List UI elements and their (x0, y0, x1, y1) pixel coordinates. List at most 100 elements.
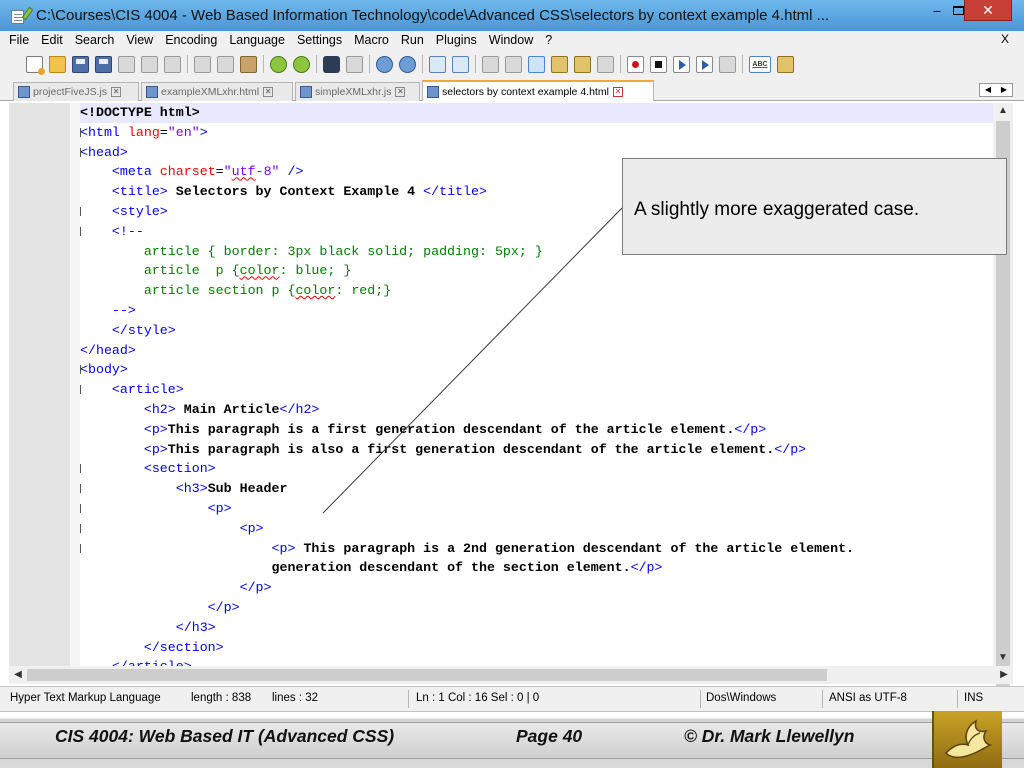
code-line[interactable]: 27 </h3> (80, 618, 993, 638)
code-token: </p> (207, 600, 240, 615)
map-icon[interactable] (574, 55, 591, 73)
menu-macro[interactable]: Macro (354, 33, 389, 47)
record-macro-icon[interactable] (627, 55, 644, 73)
menu-search[interactable]: Search (75, 33, 115, 47)
code-line[interactable]: 9 article p {color: blue; } (80, 261, 993, 281)
new-file-icon[interactable] (26, 55, 45, 75)
stop-macro-icon[interactable] (650, 55, 667, 73)
sync-horizontal-icon[interactable] (452, 55, 469, 73)
close-file-icon[interactable] (118, 55, 135, 73)
menu-view[interactable]: View (126, 33, 153, 47)
code-line[interactable]: 23− <p> This paragraph is a 2nd generati… (80, 539, 993, 559)
print-icon[interactable] (164, 55, 181, 73)
menu-help[interactable]: ? (545, 33, 552, 47)
code-line[interactable]: 25 </p> (80, 578, 993, 598)
word-wrap-icon[interactable] (482, 55, 499, 73)
redo-icon[interactable] (293, 55, 310, 73)
fold-toggle-icon[interactable]: − (80, 226, 81, 236)
open-file-icon[interactable] (49, 55, 66, 73)
tab-simplexmlxhr[interactable]: simpleXMLxhr.js ✕ (295, 82, 420, 101)
code-token: </title> (423, 184, 487, 200)
tab-close-icon[interactable]: ✕ (111, 87, 122, 97)
save-all-icon[interactable] (95, 55, 112, 73)
menu-run[interactable]: Run (401, 33, 424, 47)
code-line[interactable]: 28 </section> (80, 638, 993, 658)
code-line[interactable]: 14−<body> (80, 360, 993, 380)
tab-close-icon[interactable]: ✕ (395, 87, 406, 97)
maximize-icon (952, 6, 964, 15)
code-line[interactable]: 12 </style> (80, 321, 993, 341)
zoom-out-icon[interactable] (399, 55, 416, 73)
zoom-in-icon[interactable] (376, 55, 393, 73)
undo-icon[interactable] (270, 55, 287, 73)
menu-language[interactable]: Language (229, 33, 285, 47)
fold-toggle-icon[interactable]: − (80, 365, 81, 375)
scroll-up-icon[interactable]: ▲ (993, 103, 1013, 119)
tab-scroll-buttons[interactable]: ◀ ▶ (979, 83, 1013, 97)
sync-vertical-icon[interactable] (429, 55, 446, 73)
tab-close-icon[interactable]: ✕ (612, 86, 623, 97)
fold-toggle-icon[interactable]: − (80, 504, 81, 513)
tab-examplexmlxhr[interactable]: exampleXMLxhr.html ✕ (141, 82, 293, 101)
run-macro-multiple-icon[interactable] (696, 55, 713, 73)
fold-toggle-icon[interactable]: − (80, 464, 81, 474)
menu-plugins[interactable]: Plugins (436, 33, 477, 47)
code-line[interactable]: 15− <article> (80, 380, 993, 400)
code-line[interactable]: 24 generation descendant of the section … (80, 558, 993, 578)
find-icon[interactable] (323, 55, 340, 73)
fold-toggle-icon[interactable]: − (80, 484, 81, 494)
menu-file[interactable]: File (9, 33, 29, 47)
fold-toggle-icon[interactable]: − (80, 385, 81, 395)
code-line[interactable]: 26 </p> (80, 598, 993, 618)
fold-toggle-icon[interactable]: − (80, 147, 81, 157)
paste-icon[interactable] (240, 55, 257, 73)
tab-selectors-by-context[interactable]: selectors by context example 4.html ✕ (422, 80, 654, 101)
replace-icon[interactable] (346, 55, 363, 73)
code-line[interactable]: 18 <p>This paragraph is also a first gen… (80, 440, 993, 460)
tab-projectfivejs[interactable]: projectFiveJS.js ✕ (13, 82, 139, 101)
close-document-button[interactable]: X (1001, 32, 1009, 46)
tab-scroll-right-icon[interactable]: ▶ (996, 84, 1012, 96)
annotation-text: A slightly more exaggerated case. (634, 199, 920, 220)
code-line[interactable]: 29 </article> (80, 657, 993, 666)
code-line[interactable]: 1<!DOCTYPE html> (80, 103, 993, 123)
horizontal-scroll-thumb[interactable] (27, 669, 827, 681)
tab-scroll-left-icon[interactable]: ◀ (980, 84, 996, 96)
scroll-right-icon[interactable]: ▶ (995, 666, 1013, 684)
menu-settings[interactable]: Settings (297, 33, 342, 47)
code-line[interactable]: 20− <h3>Sub Header (80, 479, 993, 499)
code-line[interactable]: 2−<html lang="en"> (80, 123, 993, 143)
scroll-left-icon[interactable]: ◀ (9, 666, 27, 684)
tab-close-icon[interactable]: ✕ (263, 87, 274, 97)
code-line[interactable]: 13</head> (80, 341, 993, 361)
function-list-icon[interactable] (597, 55, 614, 73)
close-button[interactable]: ✕ (964, 0, 1012, 21)
code-line[interactable]: 21− <p> (80, 499, 993, 519)
scroll-down-icon[interactable]: ▼ (993, 650, 1013, 666)
show-all-characters-icon[interactable] (505, 55, 522, 73)
spell-check-icon[interactable]: ABC (749, 55, 771, 73)
fold-toggle-icon[interactable]: − (80, 127, 81, 137)
code-line[interactable]: 10 article section p {color: red;} (80, 281, 993, 301)
fold-toggle-icon[interactable]: − (80, 523, 81, 533)
code-line[interactable]: 19− <section> (80, 459, 993, 479)
menu-encoding[interactable]: Encoding (165, 33, 217, 47)
save-macro-icon[interactable] (719, 55, 736, 73)
cut-icon[interactable] (194, 55, 211, 73)
plugin-icon[interactable] (777, 55, 794, 73)
fold-toggle-icon[interactable]: − (80, 543, 81, 553)
save-icon[interactable] (72, 55, 89, 73)
play-macro-icon[interactable] (673, 55, 690, 73)
code-line[interactable]: 22− <p> (80, 519, 993, 539)
menu-window[interactable]: Window (489, 33, 533, 47)
menu-edit[interactable]: Edit (41, 33, 63, 47)
copy-icon[interactable] (217, 55, 234, 73)
code-line[interactable]: 17 <p>This paragraph is a first generati… (80, 420, 993, 440)
close-all-icon[interactable] (141, 55, 158, 73)
indent-guide-icon[interactable] (528, 55, 545, 73)
code-line[interactable]: 16 <h2> Main Article</h2> (80, 400, 993, 420)
code-line[interactable]: 11 --> (80, 301, 993, 321)
horizontal-scrollbar[interactable]: ◀ ▶ (9, 666, 1013, 684)
language-icon[interactable] (551, 55, 568, 73)
fold-toggle-icon[interactable]: − (80, 207, 81, 216)
